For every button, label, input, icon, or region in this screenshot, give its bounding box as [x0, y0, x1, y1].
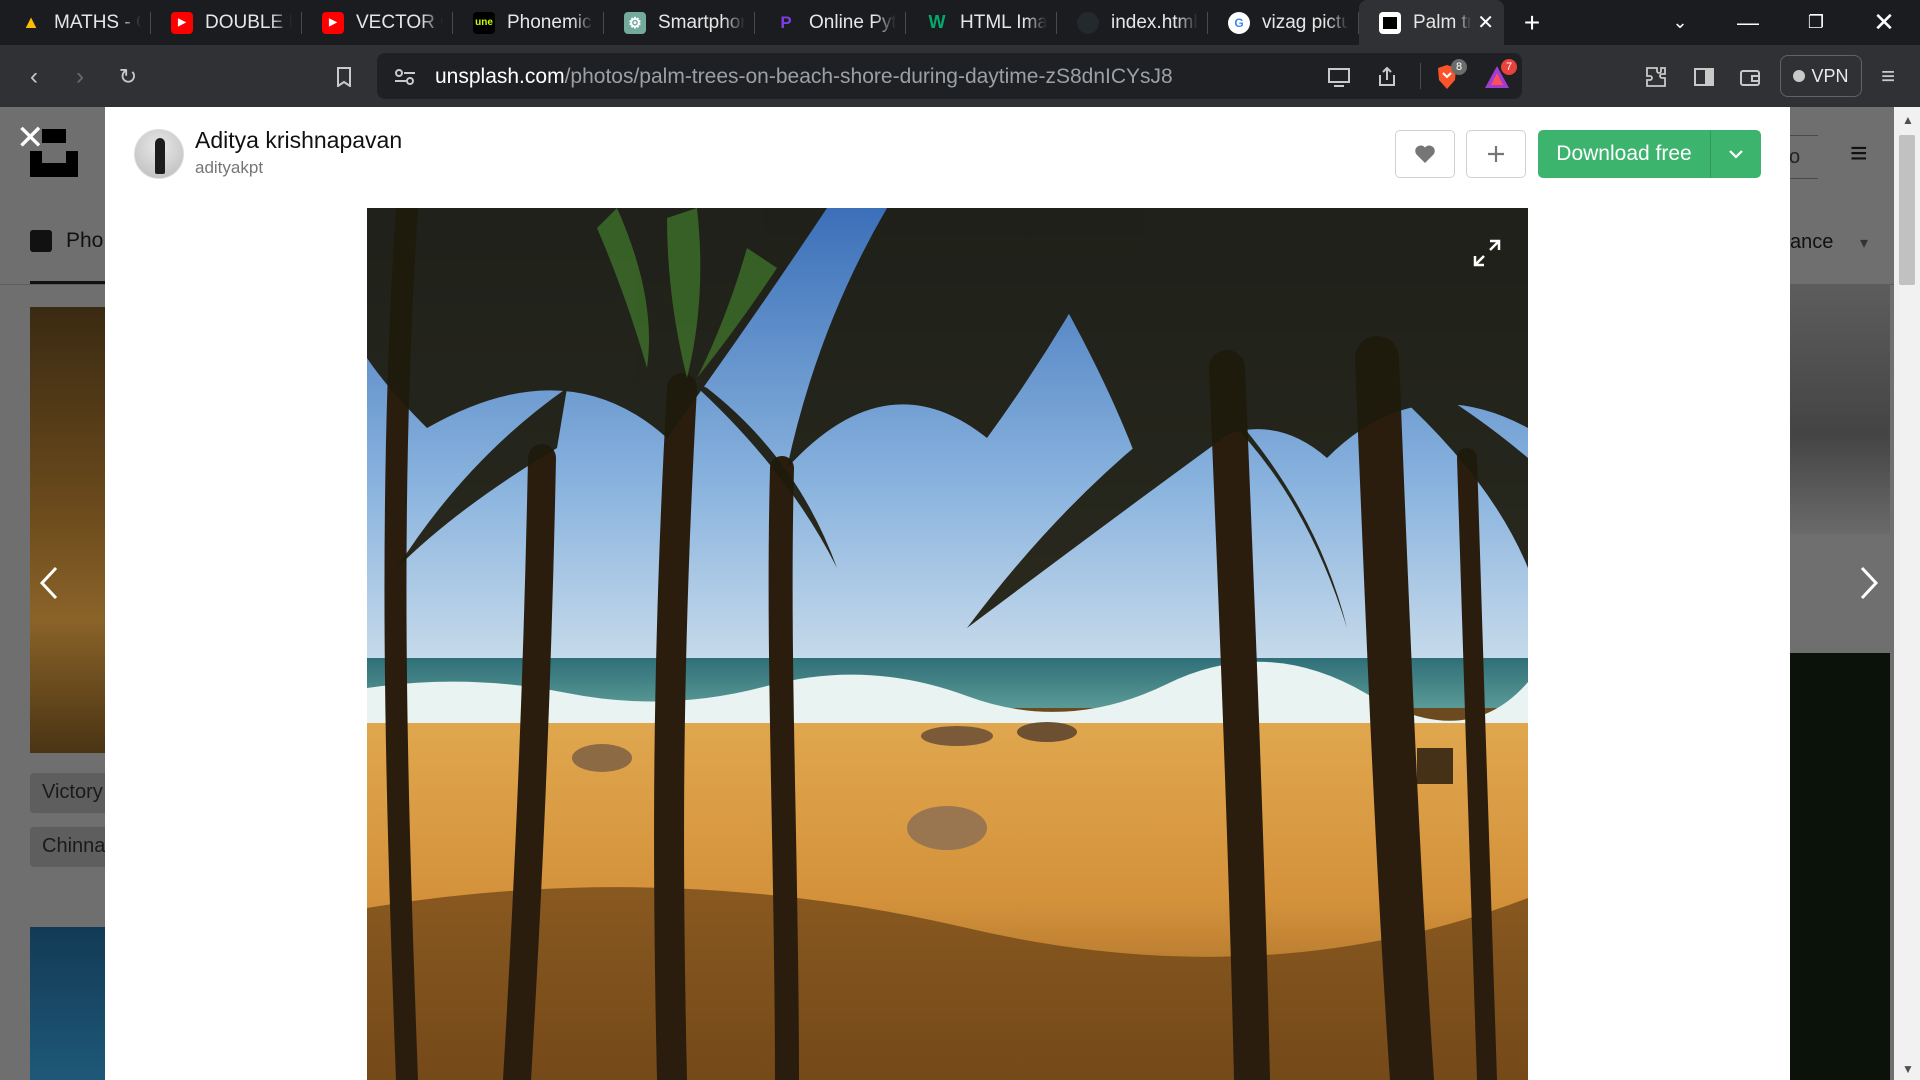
rewards-count-badge: 7 — [1501, 59, 1517, 75]
page-viewport: Pho Victory Chinna o ≡ ance ▾ ✕ Aditya k… — [0, 107, 1920, 1080]
bg-photo-thumbnail[interactable] — [1790, 284, 1890, 534]
avatar[interactable] — [134, 129, 184, 179]
tab-title: DOUBLE INT — [205, 11, 292, 33]
browser-menu-icon[interactable]: ≡ — [1868, 57, 1908, 97]
reload-button[interactable]: ↻ — [108, 57, 148, 97]
browser-tab[interactable]: index.html - — [1057, 0, 1208, 45]
browser-toolbar: ‹ › ↻ unsplash.com/photos/palm-trees-on-… — [0, 45, 1920, 107]
browser-tab[interactable]: W HTML Image — [906, 0, 1057, 45]
avatar-figure — [155, 138, 165, 174]
github-icon — [1077, 11, 1099, 34]
url-text: unsplash.com/photos/palm-trees-on-beach-… — [435, 65, 1173, 89]
bg-related-chip[interactable]: Victory — [30, 773, 110, 813]
google-icon: G — [1228, 11, 1250, 34]
browser-tab[interactable]: Gvizag pictur — [1208, 0, 1359, 45]
page-scrollbar[interactable]: ▲ ▼ — [1894, 107, 1920, 1080]
tab-search-chevron-icon[interactable]: ⌄ — [1646, 0, 1714, 45]
download-label[interactable]: Download free — [1538, 142, 1710, 166]
brave-shields-icon[interactable]: 8 — [1433, 59, 1467, 91]
tab-title: Phonemic tr — [507, 11, 594, 33]
bg-photo-thumbnail[interactable] — [30, 307, 110, 753]
bg-photo-thumbnail[interactable] — [1790, 653, 1890, 1080]
youtube-icon: ▶ — [322, 11, 344, 34]
urlbar-divider — [1420, 63, 1421, 89]
tab-list: ▲ MATHS - Go ▶ DOUBLE INT ▶ VECTOR CAL une Phon… — [0, 0, 1504, 45]
cast-icon[interactable] — [1325, 63, 1353, 91]
wallet-icon[interactable] — [1730, 57, 1770, 97]
window-close-button[interactable]: ✕ — [1850, 0, 1918, 45]
vpn-label: VPN — [1811, 65, 1849, 86]
browser-tab[interactable]: Palm tre✕ — [1359, 0, 1504, 45]
tab-title: Online Pytho — [809, 11, 896, 33]
beach-palm-trees-image — [367, 208, 1528, 1080]
tab-strip: ▲ MATHS - Go ▶ DOUBLE INT ▶ VECTOR CAL une Phon… — [0, 0, 1920, 45]
scrollbar-thumb[interactable] — [1899, 135, 1915, 285]
w3-icon: W — [928, 12, 946, 32]
heart-icon — [1415, 145, 1435, 163]
new-tab-button[interactable]: + — [1504, 0, 1560, 45]
browser-tab[interactable]: P Online Pytho — [755, 0, 906, 45]
back-button[interactable]: ‹ — [14, 57, 54, 97]
add-to-collection-button[interactable] — [1466, 130, 1526, 178]
shields-count-badge: 8 — [1451, 59, 1467, 75]
address-bar[interactable]: unsplash.com/photos/palm-trees-on-beach-… — [377, 53, 1522, 99]
browser-tab[interactable]: ▶ VECTOR CAL — [302, 0, 453, 45]
browser-tab[interactable]: ⚙ Smartphone — [604, 0, 755, 45]
modal-close-icon[interactable]: ✕ — [16, 121, 45, 155]
minimize-button[interactable]: — — [1714, 0, 1782, 45]
main-photo[interactable] — [367, 208, 1528, 1080]
photo-icon — [30, 230, 52, 252]
url-host: unsplash.com — [435, 65, 565, 88]
restore-button[interactable]: ❐ — [1782, 0, 1850, 45]
tab-title: Palm tre — [1413, 11, 1472, 33]
previous-photo-arrow-icon[interactable] — [38, 562, 60, 612]
youtube-icon: ▶ — [171, 11, 193, 34]
scroll-up-arrow-icon[interactable]: ▲ — [1902, 113, 1914, 127]
tab-title: vizag pictur — [1262, 11, 1349, 33]
tab-title: HTML Image — [960, 11, 1047, 33]
brave-rewards-icon[interactable]: 7 — [1483, 59, 1517, 91]
bookmark-icon[interactable] — [324, 57, 364, 97]
url-path: /photos/palm-trees-on-beach-shore-during… — [564, 65, 1173, 88]
author-handle[interactable]: adityakpt — [195, 158, 263, 178]
unsplash-icon — [1379, 11, 1401, 34]
google-drive-icon: ▲ — [22, 12, 40, 32]
bg-photos-tab[interactable]: Pho — [30, 229, 103, 253]
sidebar-icon[interactable] — [1684, 57, 1724, 97]
tab-title: VECTOR CAL — [356, 11, 443, 33]
site-settings-icon[interactable] — [391, 63, 419, 91]
une-icon: une — [473, 11, 495, 34]
share-icon[interactable] — [1373, 63, 1401, 91]
browser-tab[interactable]: une Phonemic tr — [453, 0, 604, 45]
extensions-icon[interactable] — [1636, 57, 1676, 97]
expand-fullscreen-icon[interactable] — [1472, 238, 1502, 268]
browser-tab[interactable]: ▶ DOUBLE INT — [151, 0, 302, 45]
download-button[interactable]: Download free — [1538, 130, 1761, 178]
photo-modal: Aditya krishnapavan adityakpt Download f… — [105, 107, 1790, 1080]
tab-title: Smartphone — [658, 11, 745, 33]
bg-related-chip[interactable]: Chinna — [30, 827, 110, 867]
bg-relevance-caret-icon[interactable]: ▾ — [1860, 233, 1868, 253]
tab-title: index.html - — [1111, 11, 1198, 33]
bg-photo-thumbnail[interactable] — [30, 927, 110, 1080]
forward-button[interactable]: › — [60, 57, 100, 97]
tab-title: MATHS - Go — [54, 11, 141, 33]
vpn-status-icon — [1793, 70, 1806, 82]
next-photo-arrow-icon[interactable] — [1858, 562, 1880, 612]
plus-icon — [1488, 146, 1504, 162]
browser-tab[interactable]: ▲ MATHS - Go — [0, 0, 151, 45]
scroll-down-arrow-icon[interactable]: ▼ — [1902, 1062, 1914, 1076]
bg-relevance-label[interactable]: ance — [1790, 231, 1833, 254]
chatgpt-icon: ⚙ — [624, 11, 646, 34]
vpn-button[interactable]: VPN — [1780, 55, 1862, 97]
tab-close-icon[interactable]: ✕ — [1477, 10, 1494, 35]
online-python-icon: P — [780, 12, 792, 32]
like-button[interactable] — [1395, 130, 1455, 178]
bg-photos-tab-label: Pho — [66, 229, 104, 252]
bg-menu-icon[interactable]: ≡ — [1850, 137, 1868, 171]
download-options-chevron-icon[interactable] — [1711, 149, 1761, 159]
author-name[interactable]: Aditya krishnapavan — [195, 127, 402, 154]
